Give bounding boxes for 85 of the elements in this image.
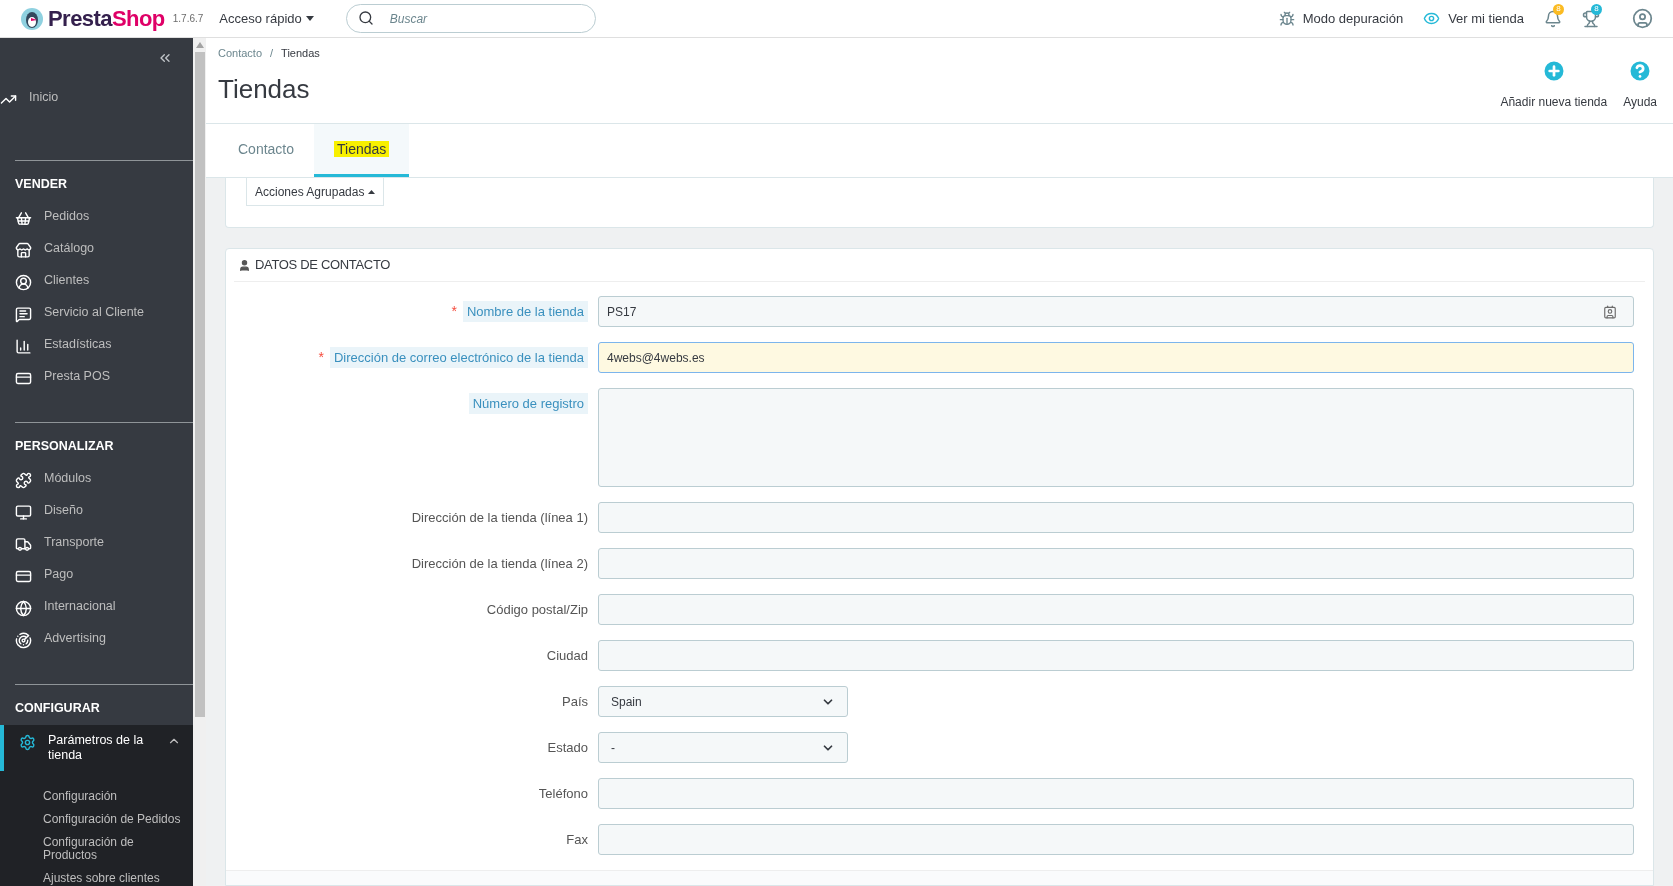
text-area[interactable] xyxy=(598,388,1634,487)
submenu-item[interactable]: Ajustes sobre clientes xyxy=(0,867,193,886)
logo-icon xyxy=(20,6,44,31)
submenu-item[interactable]: Configuración xyxy=(0,785,193,809)
sidebar-item[interactable]: Advertising xyxy=(0,623,193,656)
field-label: País xyxy=(562,692,588,711)
search-icon xyxy=(357,10,374,26)
tab[interactable]: Contacto xyxy=(218,124,315,177)
scroll-up-icon[interactable] xyxy=(195,42,204,48)
sidebar-item[interactable]: Pedidos xyxy=(0,201,193,234)
version-label: 1.7.6.7 xyxy=(172,12,204,26)
text-field[interactable] xyxy=(598,594,1634,625)
text-field[interactable] xyxy=(598,548,1634,579)
text-field[interactable]: PS17 xyxy=(598,296,1634,327)
help-button[interactable]: Ayuda xyxy=(1623,58,1657,111)
eye-icon xyxy=(1423,10,1441,27)
search-field[interactable]: Buscar xyxy=(345,4,596,33)
sidebar-item[interactable]: Clientes xyxy=(0,265,193,298)
sidebar-item[interactable]: Estadísticas xyxy=(0,329,193,362)
section-heading: VENDER xyxy=(15,176,69,193)
bulk-actions-button[interactable]: Acciones Agrupadas xyxy=(246,178,385,206)
required-asterisk: * xyxy=(451,302,457,321)
sidebar-item[interactable]: Presta POS xyxy=(0,361,193,394)
monitor-icon xyxy=(15,503,32,521)
field-label: Número de registro xyxy=(468,392,588,415)
basket-icon xyxy=(15,209,32,227)
sidebar-item[interactable]: Diseño xyxy=(0,495,193,528)
field-label: Estado xyxy=(547,738,588,757)
puzzle-icon xyxy=(15,471,32,489)
settings-icon xyxy=(19,734,36,752)
field-label: Fax xyxy=(566,830,588,849)
sidebar-item[interactable]: Inicio xyxy=(0,70,193,132)
chart-icon xyxy=(15,337,32,355)
caret-icon xyxy=(368,189,376,194)
text-field[interactable] xyxy=(598,502,1634,533)
required-asterisk: * xyxy=(318,348,324,367)
field-label: Dirección de correo electrónico de la tienda xyxy=(329,346,588,369)
text-field[interactable] xyxy=(598,778,1634,809)
panel-title: DATOS DE CONTACTO xyxy=(255,256,391,275)
sidebar-item[interactable]: Catálogo xyxy=(0,233,193,266)
sidebar-item[interactable]: Servicio al Cliente xyxy=(0,297,193,330)
text-field[interactable]: 4webs@4webs.es xyxy=(598,342,1634,373)
bug-icon xyxy=(1278,10,1295,27)
section-heading: PERSONALIZAR xyxy=(15,437,115,455)
text-field[interactable] xyxy=(598,640,1634,671)
field-label: Ciudad xyxy=(546,646,588,665)
trophy-badge: 8 xyxy=(1591,3,1602,15)
add-store-button[interactable]: Añadir nueva tienda xyxy=(1500,58,1608,111)
submenu-item[interactable]: Configuración de Productos xyxy=(0,831,193,868)
submenu-item[interactable]: Configuración de Pedidos xyxy=(0,808,193,832)
tab[interactable]: Tiendas xyxy=(314,124,410,177)
select-field[interactable]: Spain xyxy=(598,686,848,717)
text-field[interactable] xyxy=(598,824,1634,855)
sidebar-item[interactable]: Pago xyxy=(0,559,193,592)
field-label: Dirección de la tienda (línea 1) xyxy=(411,508,588,527)
notification-badge: 8 xyxy=(1553,3,1564,15)
user-icon xyxy=(238,258,251,272)
breadcrumb-item[interactable]: Contacto xyxy=(218,45,263,62)
sidebar-item[interactable]: Módulos xyxy=(0,463,193,496)
quick-access-menu[interactable]: Acceso rápido xyxy=(219,8,314,29)
page-title: Tiendas xyxy=(218,72,311,106)
field-label: Teléfono xyxy=(538,784,588,803)
breadcrumb-separator: / xyxy=(270,46,274,61)
notifications-icon[interactable] xyxy=(1544,9,1562,28)
user-icon xyxy=(15,273,32,291)
field-label: Dirección de la tienda (línea 2) xyxy=(411,554,588,573)
select-field[interactable]: - xyxy=(598,732,848,763)
caret-icon xyxy=(305,16,314,21)
brand-name[interactable]: PrestaShop xyxy=(48,2,165,35)
radar-icon xyxy=(15,631,32,649)
debug-mode-link[interactable]: Modo depuración xyxy=(1278,8,1404,29)
section-heading: CONFIGURAR xyxy=(15,699,101,717)
store-icon xyxy=(15,241,32,259)
scrollbar-thumb[interactable] xyxy=(194,52,205,717)
sidebar-item[interactable]: Transporte xyxy=(0,527,193,560)
view-store-link[interactable]: Ver mi tienda xyxy=(1423,8,1524,29)
breadcrumb-item: Tiendas xyxy=(281,46,320,61)
account-icon[interactable] xyxy=(1632,8,1653,29)
field-label: Código postal/Zip xyxy=(486,600,588,619)
truck-icon xyxy=(15,535,32,553)
contact-card-icon[interactable] xyxy=(1603,304,1617,319)
chat-icon xyxy=(15,305,32,323)
sidebar-item[interactable]: Internacional xyxy=(0,591,193,624)
field-label: Nombre de la tienda xyxy=(462,300,588,323)
globe-icon xyxy=(15,599,32,617)
